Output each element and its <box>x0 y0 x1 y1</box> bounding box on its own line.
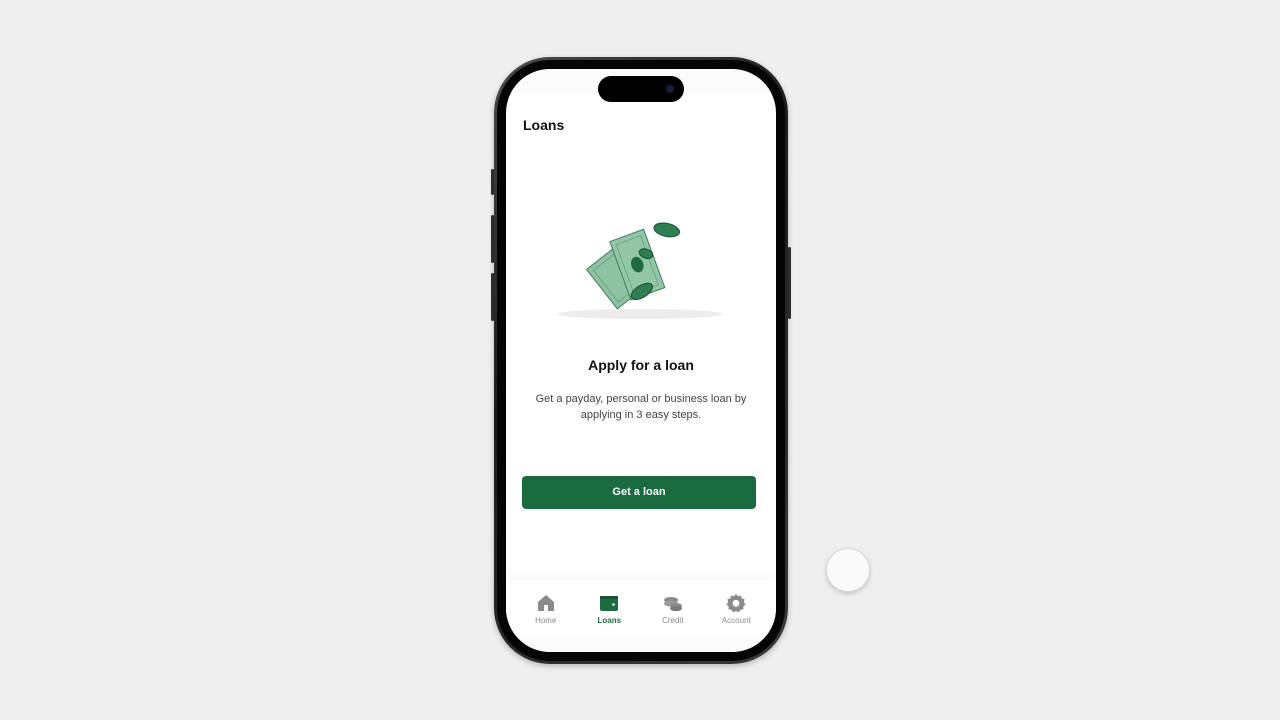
home-icon <box>537 595 554 611</box>
nav-item-credit[interactable]: Credit <box>645 593 701 639</box>
action-button <box>491 169 494 195</box>
phone-frame: Loans Apply for a loan Get a payday, per… <box>491 57 791 664</box>
camera-icon <box>666 85 674 93</box>
page-title: Loans <box>523 117 565 133</box>
headline: Apply for a loan <box>588 357 694 373</box>
assistive-touch-button[interactable] <box>826 548 870 592</box>
nav-label-account: Account <box>721 616 751 625</box>
money-bills-coins-icon <box>557 222 723 319</box>
nav-item-home[interactable]: Home <box>518 593 574 639</box>
get-loan-button[interactable]: Get a loan <box>522 476 756 509</box>
phone-screen: Loans Apply for a loan Get a payday, per… <box>506 69 776 652</box>
power-button <box>788 247 791 319</box>
volume-down-button <box>491 273 494 321</box>
bottom-nav: Home Loans Credit Account <box>506 579 776 639</box>
volume-up-button <box>491 215 494 263</box>
nav-label-home: Home <box>535 616 557 625</box>
nav-item-account[interactable]: Account <box>708 593 764 639</box>
wallet-icon <box>600 596 619 611</box>
description: Get a payday, personal or business loan … <box>535 393 747 421</box>
dynamic-island <box>598 76 684 102</box>
nav-item-loans[interactable]: Loans <box>581 593 637 639</box>
gear-icon <box>726 594 746 613</box>
home-indicator-area <box>506 639 776 652</box>
nav-label-loans: Loans <box>597 616 622 625</box>
coins-icon <box>663 597 682 612</box>
nav-label-credit: Credit <box>662 616 684 625</box>
